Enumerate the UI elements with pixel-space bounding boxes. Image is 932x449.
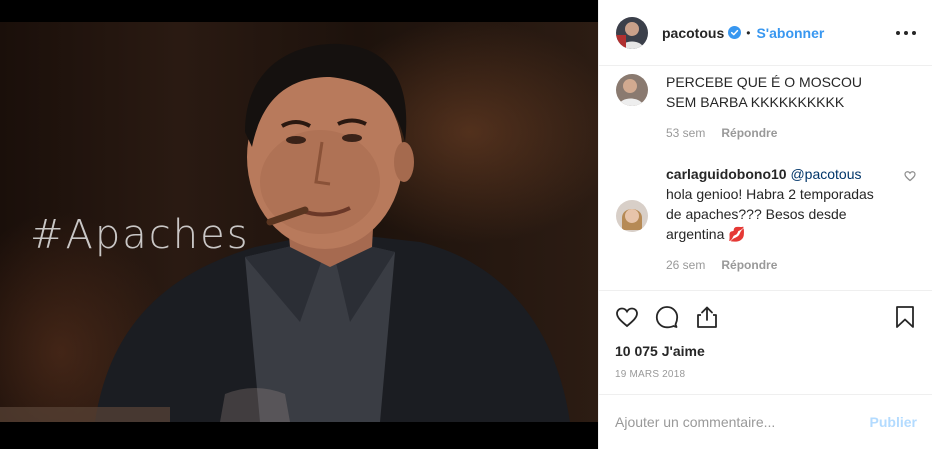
author-username[interactable]: pacotous — [662, 25, 724, 41]
post-side-panel: pacotous • S'abonner PERCEBE QUE É O MOS… — [598, 0, 932, 449]
like-heart-icon[interactable] — [615, 305, 639, 329]
commenter-avatar[interactable] — [616, 200, 648, 232]
comment-age: 53 sem — [666, 126, 706, 140]
post-date: 19 MARS 2018 — [615, 369, 686, 380]
add-comment-bar: Publier — [599, 394, 932, 449]
action-icons-row — [615, 291, 917, 343]
comment-age: 26 sem — [666, 258, 706, 272]
save-bookmark-icon[interactable] — [893, 305, 917, 329]
comment-mention[interactable]: @pacotous — [790, 166, 861, 182]
comment-body: PERCEBE QUE É O MOSCOU SEM BARBA KKKKKKK… — [666, 72, 886, 143]
likes-count[interactable]: 10 075 J'aime — [615, 343, 917, 359]
post-header: pacotous • S'abonner — [599, 0, 932, 66]
comments-list[interactable]: PERCEBE QUE É O MOSCOU SEM BARBA KKKKKKK… — [599, 66, 932, 290]
post-actions: 10 075 J'aime 19 MARS 2018 — [599, 290, 932, 380]
comment-username[interactable]: carlaguidobono10 — [666, 166, 787, 182]
author-avatar[interactable] — [616, 16, 648, 49]
comment-content: carlaguidobono10 @pacotous hola genioo! … — [666, 164, 886, 244]
reply-button[interactable]: Répondre — [721, 123, 777, 143]
comment-bubble-icon[interactable] — [655, 305, 679, 329]
comment-item: carlaguidobono10 @pacotous hola genioo! … — [616, 164, 916, 275]
separator-dot: • — [746, 25, 751, 40]
comment-meta: 26 sem Répondre — [666, 255, 886, 275]
verified-badge-icon — [728, 26, 742, 39]
comment-text: hola genioo! Habra 2 temporadas de apach… — [666, 186, 874, 242]
share-upload-icon[interactable] — [695, 305, 719, 329]
instagram-post-modal: #Apaches pacotous • S'abonner PERCEBE QU… — [0, 0, 932, 449]
reply-button[interactable]: Répondre — [721, 255, 777, 275]
follow-button[interactable]: S'abonner — [756, 25, 824, 41]
comment-meta: 53 sem Répondre — [666, 123, 886, 143]
like-comment-heart-icon[interactable] — [904, 170, 916, 182]
commenter-avatar[interactable] — [616, 74, 648, 106]
comment-body: carlaguidobono10 @pacotous hola genioo! … — [666, 164, 886, 275]
post-media: #Apaches — [0, 0, 598, 449]
hashtag-overlay-text: #Apaches — [30, 212, 250, 258]
more-options-icon[interactable] — [896, 30, 916, 35]
comment-text: PERCEBE QUE É O MOSCOU SEM BARBA KKKKKKK… — [666, 74, 863, 110]
publish-button[interactable]: Publier — [870, 414, 917, 430]
post-photo[interactable]: #Apaches — [0, 22, 598, 422]
add-comment-input[interactable] — [615, 414, 870, 430]
comment-item: PERCEBE QUE É O MOSCOU SEM BARBA KKKKKKK… — [616, 72, 916, 143]
